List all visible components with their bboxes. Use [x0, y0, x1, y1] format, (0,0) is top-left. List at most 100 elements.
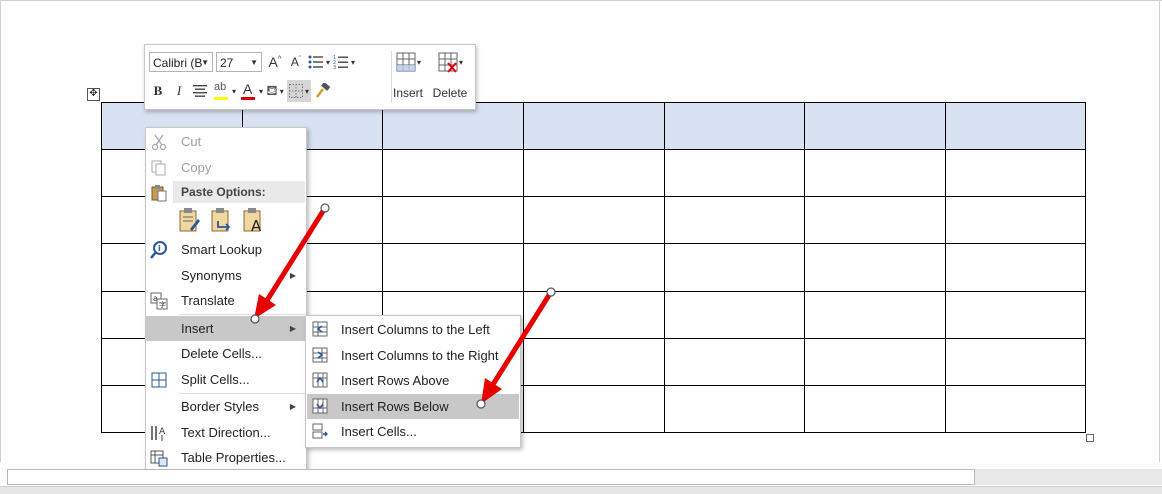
submenu-item-insert-columns-right[interactable]: Insert Columns to the Right — [307, 343, 519, 368]
menu-item-synonyms[interactable]: Synonyms ▶ — [146, 263, 306, 288]
menu-item-label: Translate — [181, 293, 235, 308]
clipboard-icon — [150, 184, 168, 205]
paste-text-only-icon[interactable]: A — [242, 207, 266, 233]
format-painter-button[interactable] — [314, 80, 332, 102]
italic-button[interactable]: I — [170, 80, 188, 102]
table-cell[interactable] — [664, 149, 805, 198]
table-cell[interactable] — [664, 384, 805, 434]
table-cell[interactable] — [664, 290, 805, 339]
submenu-item-insert-cells[interactable]: Insert Cells... — [307, 419, 519, 444]
font-name-dropdown[interactable]: Calibri (B ▼ — [149, 52, 213, 72]
table-move-handle[interactable]: ✥ — [87, 88, 100, 101]
table-cell[interactable] — [664, 196, 805, 245]
menu-item-text-direction[interactable]: A Text Direction... — [146, 420, 306, 445]
menu-item-copy[interactable]: Copy — [146, 155, 306, 180]
table-cell[interactable] — [804, 196, 946, 245]
borders-button[interactable] — [287, 80, 312, 102]
font-name-value: Calibri (B — [153, 56, 203, 70]
table-cell[interactable] — [804, 384, 946, 434]
table-cell[interactable] — [664, 101, 805, 151]
svg-text:▾: ▾ — [417, 58, 421, 67]
menu-item-label: Delete Cells... — [181, 346, 262, 361]
table-cell[interactable] — [523, 337, 665, 386]
shrink-font-button[interactable]: Aˇ — [287, 51, 305, 73]
font-size-dropdown[interactable]: 27 ▼ — [216, 52, 262, 72]
insert-table-icon: ▾ — [396, 52, 421, 72]
highlighter-icon: ab — [212, 81, 230, 101]
submenu-arrow-icon: ▶ — [289, 402, 296, 411]
insert-table-button[interactable]: ▾ Insert — [388, 50, 428, 104]
table-cell[interactable] — [382, 196, 524, 245]
table-cell[interactable] — [382, 149, 524, 198]
table-cell[interactable] — [945, 384, 1086, 434]
paste-merge-formatting-icon[interactable] — [210, 207, 234, 233]
page-edge-right — [1159, 0, 1160, 462]
menu-item-translate[interactable]: a 字 Translate — [146, 288, 306, 313]
menu-item-cut[interactable]: Cut — [146, 129, 306, 154]
font-color-button[interactable]: A — [239, 80, 263, 102]
submenu-item-insert-rows-below[interactable]: Insert Rows Below — [307, 394, 519, 419]
table-cell[interactable] — [945, 101, 1086, 151]
svg-text:A: A — [251, 217, 262, 233]
menu-item-table-properties[interactable]: Table Properties... — [146, 445, 306, 470]
menu-item-smart-lookup[interactable]: i Smart Lookup — [146, 237, 306, 262]
table-cell[interactable] — [804, 149, 946, 198]
table-cell[interactable] — [382, 243, 524, 292]
page-edge-left — [0, 0, 1, 462]
submenu-item-insert-columns-left[interactable]: Insert Columns to the Left — [307, 317, 519, 342]
delete-label: Delete — [432, 86, 468, 100]
menu-item-border-styles[interactable]: Border Styles ▶ — [146, 394, 306, 419]
numbering-button[interactable]: 1 2 3 — [333, 51, 355, 73]
table-cell[interactable] — [523, 196, 665, 245]
table-resize-handle[interactable] — [1086, 434, 1094, 442]
paste-options-group: A — [178, 207, 266, 235]
text-highlight-button[interactable]: ab — [212, 80, 236, 102]
table-cell[interactable] — [523, 101, 665, 151]
table-cell[interactable] — [804, 243, 946, 292]
chevron-down-icon: ▼ — [250, 58, 258, 67]
font-size-value: 27 — [220, 56, 234, 70]
submenu-item-label: Insert Columns to the Right — [341, 348, 499, 363]
submenu-item-insert-rows-above[interactable]: Insert Rows Above — [307, 368, 519, 393]
paste-keep-formatting-icon[interactable] — [178, 207, 202, 233]
scissors-icon — [151, 134, 167, 151]
table-cell[interactable] — [804, 290, 946, 339]
table-cell[interactable] — [804, 337, 946, 386]
split-cells-icon — [151, 372, 167, 388]
table-cell[interactable] — [945, 337, 1086, 386]
submenu-arrow-icon: ▶ — [289, 271, 296, 280]
table-cell[interactable] — [523, 243, 665, 292]
mini-toolbar: Calibri (B ▼ 27 ▼ A^ Aˇ 1 2 3 — [144, 44, 476, 110]
table-cell[interactable] — [664, 337, 805, 386]
table-cell[interactable] — [945, 149, 1086, 198]
table-cell[interactable] — [945, 243, 1086, 292]
smart-lookup-icon: i — [150, 241, 167, 259]
menu-item-delete-cells[interactable]: Delete Cells... — [146, 341, 306, 366]
shading-button[interactable]: ⛾ — [266, 80, 284, 102]
menu-item-split-cells[interactable]: Split Cells... — [146, 367, 306, 392]
svg-text:字: 字 — [159, 300, 166, 309]
borders-icon — [289, 84, 304, 98]
insert-cells-icon — [312, 423, 328, 439]
paste-options-heading: Paste Options: — [173, 181, 305, 203]
center-button[interactable] — [191, 80, 209, 102]
menu-item-insert[interactable]: Insert ▶ — [146, 316, 306, 341]
scrollbar-track — [975, 469, 1162, 485]
delete-table-button[interactable]: ▾ Delete — [430, 50, 470, 104]
delete-table-icon: ▾ — [438, 52, 463, 73]
bullets-button[interactable] — [308, 51, 330, 73]
horizontal-scrollbar[interactable] — [7, 469, 975, 485]
table-cell[interactable] — [523, 384, 665, 434]
menu-item-label: Insert — [181, 321, 214, 336]
menu-item-label: Cut — [181, 134, 202, 149]
bold-button[interactable]: B — [149, 80, 167, 102]
table-cell[interactable] — [523, 149, 665, 198]
submenu-item-label: Insert Rows Below — [341, 399, 449, 414]
menu-item-label: Copy — [181, 160, 212, 175]
grow-font-button[interactable]: A^ — [266, 51, 284, 73]
table-cell[interactable] — [804, 101, 946, 151]
table-cell[interactable] — [945, 290, 1086, 339]
table-cell[interactable] — [945, 196, 1086, 245]
table-cell[interactable] — [664, 243, 805, 292]
table-cell[interactable] — [523, 290, 665, 339]
